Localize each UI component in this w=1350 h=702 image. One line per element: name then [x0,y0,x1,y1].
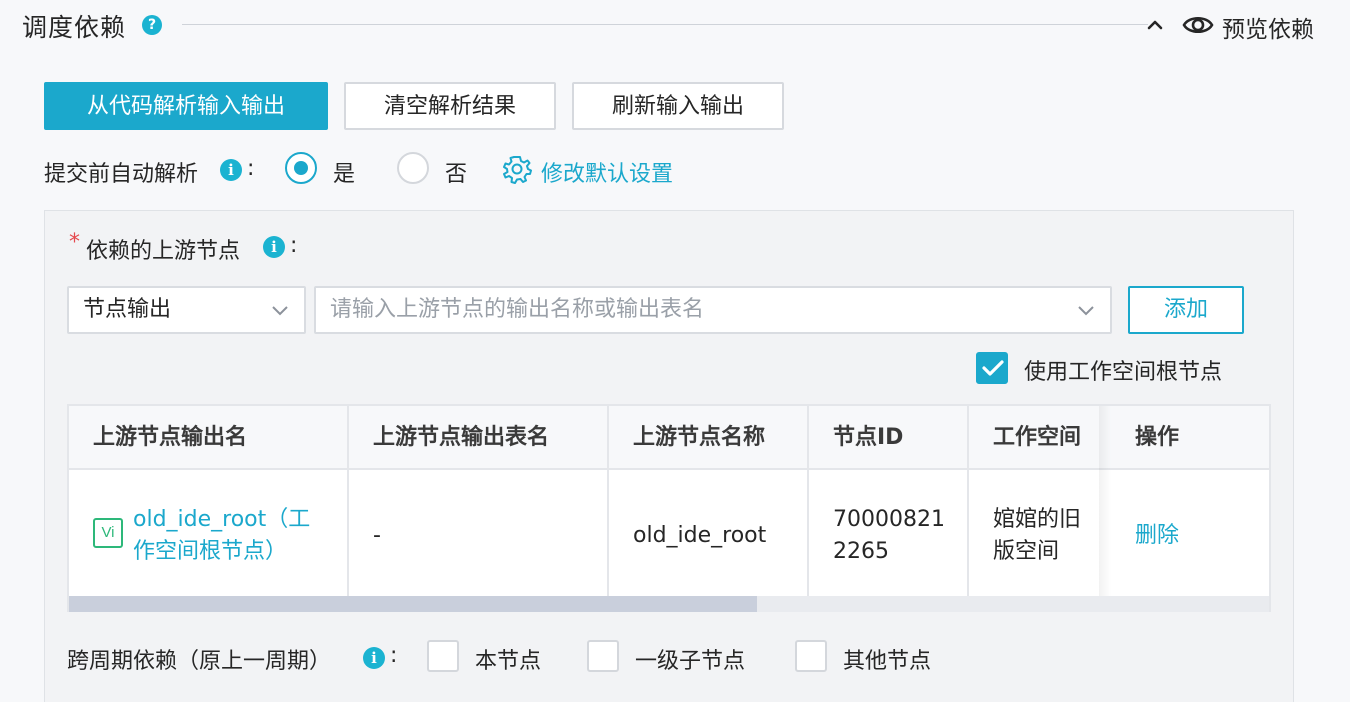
info-icon[interactable]: i [263,236,285,258]
node-type-select[interactable]: 节点输出 [67,286,306,334]
table-header-cell: 操作 [1135,425,1180,450]
cross-cycle-child-label[interactable]: 一级子节点 [635,643,745,675]
output-name-line1[interactable]: old_ide_root（工 [133,504,310,536]
use-root-node-label[interactable]: 使用工作空间根节点 [1024,354,1222,386]
horizontal-scrollbar-thumb[interactable] [69,596,757,612]
cross-cycle-colon: : [390,643,398,668]
preview-dependency-link[interactable]: 预览依赖 [1222,10,1314,44]
node-id-line1: 70000821 [833,507,945,532]
auto-parse-yes-radio[interactable] [285,152,317,184]
cross-cycle-self-label[interactable]: 本节点 [475,643,541,675]
auto-parse-colon: : [247,156,255,181]
section-header: 调度依赖 ? 预览依赖 [22,0,1328,50]
delete-link[interactable]: 删除 [1135,520,1179,552]
table-header-cell: 上游节点输出名 [93,425,248,450]
fixed-column-shadow [1099,406,1111,596]
upstream-search-placeholder: 请输入上游节点的输出名称或输出表名 [330,297,705,322]
chevron-down-icon [272,306,288,316]
cross-cycle-other-checkbox[interactable] [795,640,827,672]
column-divider [967,406,969,596]
table-header-cell: 上游节点输出表名 [373,425,550,450]
vi-badge: Vi [93,518,123,548]
header-divider [182,24,1148,25]
workspace-line1: 婠婠的旧 [993,507,1082,532]
info-icon[interactable]: i [363,647,385,669]
eye-icon[interactable] [1182,11,1214,39]
chevron-down-icon [1078,306,1094,316]
auto-parse-label: 提交前自动解析 [44,162,199,187]
workspace-line2: 版空间 [993,539,1060,564]
clear-parse-button[interactable]: 清空解析结果 [344,82,556,130]
modify-default-settings-link[interactable]: 修改默认设置 [541,156,673,188]
chevron-up-icon[interactable] [1144,14,1166,36]
upstream-colon: : [290,233,298,258]
table-header: 上游节点输出名 上游节点输出表名 上游节点名称 节点ID 工作空间 操作 [69,406,1269,470]
required-mark: * [69,230,80,255]
add-upstream-button[interactable]: 添加 [1128,286,1244,334]
column-divider [347,406,349,596]
question-circle-icon[interactable]: ? [142,15,162,35]
gear-icon[interactable] [502,154,532,184]
auto-parse-no-radio[interactable] [397,152,429,184]
column-divider [807,406,809,596]
info-icon[interactable]: i [220,159,242,181]
node-name-cell: old_ide_root [633,523,767,548]
output-table-cell: - [373,523,381,548]
refresh-io-button[interactable]: 刷新输入输出 [572,82,784,130]
cross-cycle-self-checkbox[interactable] [427,640,459,672]
auto-parse-yes-label[interactable]: 是 [333,156,355,188]
cross-cycle-other-label[interactable]: 其他节点 [843,643,931,675]
table-header-cell: 上游节点名称 [633,425,766,450]
output-name-line2[interactable]: 作空间根节点） [133,536,287,568]
check-icon [982,360,1004,376]
upstream-search-input[interactable]: 请输入上游节点的输出名称或输出表名 [314,286,1112,334]
table-header-cell: 节点ID [833,425,904,450]
cross-cycle-child-checkbox[interactable] [587,640,619,672]
table-header-cell: 工作空间 [993,425,1082,450]
upstream-table: 上游节点输出名 上游节点输出表名 上游节点名称 节点ID 工作空间 操作 Vi … [67,404,1271,612]
auto-parse-no-label[interactable]: 否 [445,156,467,188]
node-id-line2: 2265 [833,539,889,564]
parse-from-code-button[interactable]: 从代码解析输入输出 [44,82,328,130]
cross-cycle-label: 跨周期依赖（原上一周期） [67,649,332,674]
upstream-nodes-label: 依赖的上游节点 [86,239,241,264]
section-title: 调度依赖 [22,13,127,42]
node-type-select-value: 节点输出 [83,297,172,322]
column-divider [607,406,609,596]
use-root-node-checkbox[interactable] [976,352,1008,384]
